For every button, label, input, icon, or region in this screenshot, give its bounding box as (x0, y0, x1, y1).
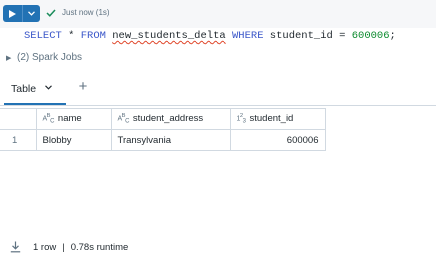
column-header-label: student_address (132, 113, 204, 124)
results-tab-bar: Table + (0, 72, 436, 105)
plus-icon[interactable]: + (76, 79, 90, 94)
execution-status: Just now (1s) (62, 8, 110, 17)
column-header-student-address[interactable]: ABC student_address (110, 108, 231, 130)
results-table: ABC name ABC student_address 123 student_id… (0, 108, 326, 151)
condition-value: 600006 (351, 30, 390, 42)
select-star: * (61, 30, 81, 42)
table-name: new_students_delta (112, 30, 226, 42)
keyword-select: SELECT (24, 30, 62, 42)
table-row: 1 Blobby Transylvania 600006 (0, 129, 326, 151)
play-icon (9, 9, 16, 18)
run-cell-button[interactable] (3, 5, 22, 22)
column-header-label: name (57, 113, 82, 124)
chevron-down-icon[interactable] (45, 85, 52, 92)
tabs-divider (0, 105, 436, 106)
check-icon (46, 7, 58, 19)
cell-toolbar: Just now (1s) (0, 0, 436, 28)
spark-jobs-label: (2) Spark Jobs (17, 52, 83, 63)
keyword-where: WHERE (231, 30, 264, 42)
row-index-header (0, 108, 37, 130)
table-header-row: ABC name ABC student_address 123 student_id (0, 108, 326, 130)
column-header-student-id[interactable]: 123 student_id (229, 108, 326, 130)
row-count: 1 row (33, 241, 57, 253)
string-type-icon: ABC (42, 112, 55, 124)
tab-table-label: Table (11, 82, 37, 95)
run-options-button[interactable] (23, 5, 40, 22)
footer-separator: | (62, 241, 65, 253)
cell-name[interactable]: Blobby (35, 129, 112, 151)
statement-terminator: ; (389, 30, 396, 42)
tab-table[interactable]: Table (4, 72, 66, 105)
integer-type-icon: 123 (236, 112, 246, 124)
keyword-from: FROM (80, 30, 106, 42)
download-icon[interactable] (10, 241, 21, 253)
where-condition: student_id = (263, 30, 352, 42)
cell-student-id[interactable]: 600006 (229, 129, 326, 151)
column-header-name[interactable]: ABC name (35, 108, 112, 130)
row-index: 1 (0, 129, 37, 151)
spark-jobs-toggle[interactable]: ▶ (2) Spark Jobs (6, 52, 82, 63)
sql-query-line[interactable]: SELECT * FROM new_students_delta WHERE s… (24, 30, 396, 43)
run-button-group (3, 5, 40, 22)
column-header-label: student_id (249, 113, 294, 124)
caret-right-icon: ▶ (6, 54, 12, 62)
cell-student-address[interactable]: Transylvania (110, 129, 231, 151)
results-footer: 1 row | 0.78s runtime (10, 241, 128, 253)
string-type-icon: ABC (117, 112, 130, 124)
chevron-down-icon (28, 11, 35, 16)
runtime: 0.78s runtime (70, 241, 129, 253)
